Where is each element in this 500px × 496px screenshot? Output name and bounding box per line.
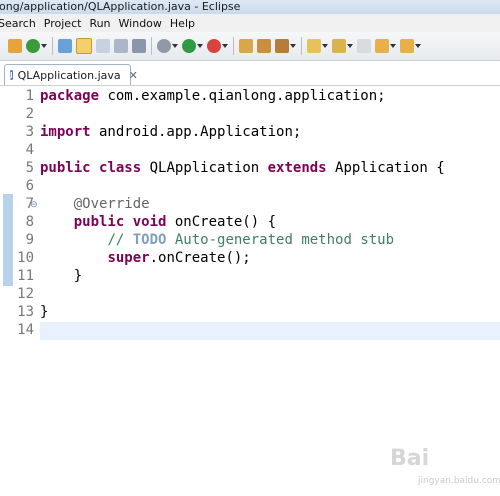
keyword: import	[40, 124, 91, 140]
chevron-down-icon[interactable]	[390, 39, 396, 53]
line-number: 5	[25, 160, 34, 176]
next-annotation-icon[interactable]	[307, 39, 321, 53]
code-text: onCreate() {	[166, 214, 277, 230]
window-title: long/application/QLApplication.java - Ec…	[0, 0, 241, 13]
menu-bar: Search Project Run Window Help	[0, 14, 500, 32]
new-package-icon[interactable]	[8, 39, 22, 53]
toolbar-separator	[52, 37, 53, 55]
line-number: 1	[25, 88, 34, 104]
back-arrow-icon[interactable]	[375, 39, 389, 53]
menu-run[interactable]: Run	[89, 17, 118, 30]
previous-annotation-icon[interactable]	[332, 39, 346, 53]
keyword: extends	[267, 160, 327, 176]
comment: Auto-generated method stub	[166, 232, 395, 248]
toolbar	[0, 32, 500, 61]
external-tools-icon[interactable]	[207, 39, 221, 53]
line-number: 3	[25, 124, 34, 140]
code-text: .onCreate();	[149, 250, 251, 266]
toggle-block-selection-icon[interactable]	[96, 39, 110, 53]
menu-help[interactable]: Help	[170, 17, 203, 30]
code-line-10: super.onCreate();	[40, 250, 251, 266]
tab-label: QLApplication.java	[17, 68, 121, 82]
code-line-1: package com.example.qianlong.application…	[40, 88, 386, 104]
show-whitespace-icon[interactable]	[114, 39, 128, 53]
debug-icon[interactable]	[157, 39, 171, 53]
search-icon[interactable]	[275, 39, 289, 53]
code-text: }	[73, 268, 83, 284]
forward-arrow-icon[interactable]	[400, 39, 414, 53]
chevron-down-icon[interactable]	[172, 39, 178, 53]
tab-qlapplication-java[interactable]: J QLApplication.java ✕	[4, 64, 138, 85]
line-number: 2	[25, 106, 34, 122]
line-number: 4	[25, 142, 34, 158]
menu-search[interactable]: Search	[0, 17, 44, 30]
keyword: void	[132, 214, 167, 230]
menu-window[interactable]: Window	[119, 17, 170, 30]
change-marker	[3, 194, 13, 286]
todo-tag: TODO	[132, 232, 167, 248]
keyword: package	[40, 88, 100, 104]
keyword: public	[73, 214, 125, 230]
code-editor[interactable]: 1 2 3 4 5 6 7 8 9 10 11 12 13 14 ⊖ packa…	[0, 86, 500, 486]
new-class-icon[interactable]	[26, 39, 40, 53]
comment: //	[107, 232, 133, 248]
code-line-9: // TODO Auto-generated method stub	[40, 232, 394, 248]
code-text: android.app.Application;	[90, 124, 302, 140]
watermark-subtext: jingyan.baidu.com	[418, 476, 500, 486]
chevron-down-icon[interactable]	[41, 39, 47, 53]
chevron-down-icon[interactable]	[347, 39, 353, 53]
line-number: 12	[17, 286, 34, 302]
chevron-down-icon[interactable]	[415, 39, 421, 53]
code-line-11: }	[40, 268, 82, 284]
code-text: }	[40, 304, 49, 320]
annotation: @Override	[73, 196, 150, 212]
open-folder-icon[interactable]	[239, 39, 253, 53]
chevron-down-icon[interactable]	[290, 39, 296, 53]
close-icon[interactable]: ✕	[129, 69, 138, 82]
line-number: 9	[25, 232, 34, 248]
open-task-icon[interactable]	[257, 39, 271, 53]
toolbar-separator	[233, 37, 234, 55]
vertical-ruler	[0, 86, 13, 418]
line-number: 14	[17, 322, 34, 338]
line-number: 11	[17, 268, 34, 284]
line-number: 10	[17, 250, 34, 266]
code-line-13: }	[40, 304, 48, 320]
chevron-down-icon[interactable]	[197, 39, 203, 53]
code-text: Application {	[326, 160, 445, 176]
line-number: 6	[25, 178, 34, 194]
code-line-5: public class QLApplication extends Appli…	[40, 160, 445, 176]
chevron-down-icon[interactable]	[222, 39, 228, 53]
keyword: public	[40, 160, 91, 176]
code-line-3: import android.app.Application;	[40, 124, 301, 140]
menu-project[interactable]: Project	[44, 17, 90, 30]
fold-toggle-icon[interactable]: ⊖	[30, 200, 38, 210]
current-line-highlight	[40, 322, 500, 340]
last-edit-location-icon[interactable]	[357, 39, 371, 53]
editor-tab-bar: J QLApplication.java ✕	[0, 61, 500, 86]
code-text: QLApplication	[141, 160, 268, 176]
window-title-bar: long/application/QLApplication.java - Ec…	[0, 0, 500, 14]
toolbar-separator	[151, 37, 152, 55]
toggle-mark-occurrences-icon[interactable]	[76, 38, 92, 54]
paragraph-icon[interactable]	[132, 39, 146, 53]
java-file-icon: J	[10, 70, 13, 80]
code-text: com.example.qianlong.application;	[99, 88, 386, 104]
run-icon[interactable]	[182, 39, 196, 53]
watermark-text: Bai	[390, 446, 430, 471]
open-type-icon[interactable]	[58, 39, 72, 53]
code-line-7: @Override	[40, 196, 150, 212]
keyword: class	[99, 160, 142, 176]
chevron-down-icon[interactable]	[322, 39, 328, 53]
keyword: super	[107, 250, 150, 266]
code-line-8: public void onCreate() {	[40, 214, 276, 230]
line-number: 8	[25, 214, 34, 230]
line-number: 13	[17, 304, 34, 320]
watermark-logo: Bai jingyan.baidu.com	[390, 446, 500, 496]
toolbar-separator	[301, 37, 302, 55]
